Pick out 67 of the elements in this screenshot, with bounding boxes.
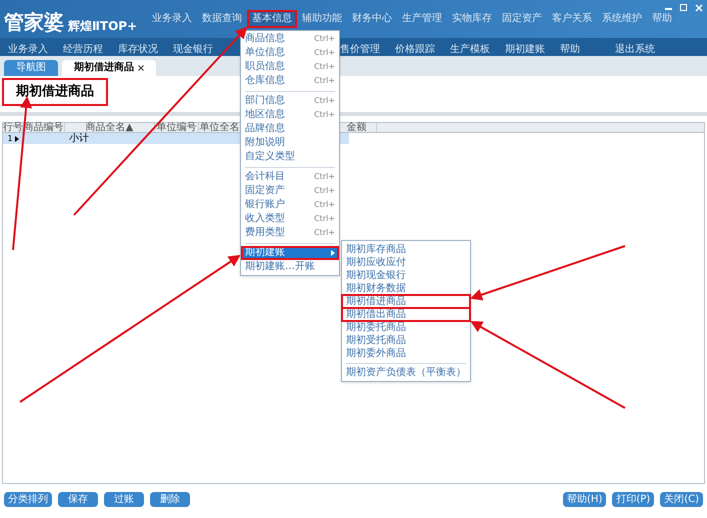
menu-item[interactable]: 地区信息 Ctrl+ [241,108,339,122]
app-edition: 辉煌ⅡTOP+ [68,20,138,32]
menu-item[interactable]: 商品信息 Ctrl+ [241,32,339,46]
menu-item[interactable]: 会计科目 Ctrl+ [241,170,339,184]
toolbar-button[interactable]: 现金银行 [173,45,213,55]
submenu-item[interactable]: 期初资产负债表（平衡表） [342,366,470,379]
action-button[interactable]: 保存 [58,492,98,507]
page-title: 期初借进商品 [2,78,108,106]
menu-bar-item[interactable]: 生产管理 [399,12,446,26]
toolbar-button[interactable]: 业务录入 [8,45,48,55]
tab[interactable]: 导航图 [4,60,58,76]
menu-bar-item[interactable]: 业务录入 [149,12,196,26]
toolbar-button[interactable]: 经营历程 [63,45,103,55]
menu-item[interactable]: 费用类型 Ctrl+ [241,226,339,240]
toolbar-button[interactable]: 退出系统 [615,45,655,55]
column-header[interactable]: 商品全名▲ [65,123,155,132]
action-button[interactable]: 分类排列 [4,492,52,507]
table-cell-text: 小计 [68,133,89,144]
action-button[interactable]: 打印(P) [612,492,654,507]
submenu-item[interactable]: 期初库存商品 [342,243,470,256]
submenu-item[interactable]: 期初委外商品 [342,347,470,360]
toolbar-button[interactable]: 帮助 [560,45,580,55]
column-header[interactable]: 行号 [3,123,23,132]
action-button[interactable]: 关闭(C) [660,492,703,507]
action-button[interactable]: 过账 [104,492,144,507]
menu-item[interactable]: 银行账户 Ctrl+ [241,198,339,212]
toolbar-button[interactable]: 生产模板 [450,45,490,55]
close-icon[interactable] [138,65,144,71]
maximize-icon[interactable] [680,4,687,11]
menu-bar-item[interactable]: 客户关系 [549,12,596,26]
row-number: 1 [7,134,13,142]
submenu-item[interactable]: 期初借进商品 [342,295,470,308]
menu-item[interactable]: 仓库信息 Ctrl+ [241,74,339,88]
menu-item[interactable]: 附加说明 [241,136,339,150]
toolbar-button[interactable]: 价格跟踪 [395,45,435,55]
tab-label: 导航图 [16,63,46,73]
menu-bar-item[interactable]: 固定资产 [499,12,546,26]
submenu-item[interactable]: 期初借出商品 [342,308,470,321]
menu-bar-item[interactable]: 数据查询 [199,12,246,26]
toolbar-button[interactable]: 期初建账 [505,45,545,55]
submenu-item[interactable]: 期初委托商品 [342,321,470,334]
menu-item[interactable]: 固定资产 Ctrl+ [241,184,339,198]
menu-bar-item[interactable]: 基本信息 [249,12,296,26]
submenu-item[interactable]: 期初现金银行 [342,269,470,282]
menu-item[interactable]: 部门信息 Ctrl+ [241,94,339,108]
menu-item[interactable]: 期初建账…开账 [241,260,339,274]
app-logo: 管家婆 [4,12,64,32]
menu-item[interactable]: 品牌信息 [241,122,339,136]
submenu-item[interactable]: 期初受托商品 [342,334,470,347]
menu-item[interactable]: 自定义类型 [241,150,339,164]
action-button[interactable]: 删除 [150,492,190,507]
menu-item[interactable]: 收入类型 Ctrl+ [241,212,339,226]
column-header[interactable]: 单位编号 [155,123,199,132]
toolbar-button[interactable]: 售价管理 [340,45,380,55]
menu-bar-item[interactable]: 实物库存 [449,12,496,26]
toolbar-button[interactable]: 库存状况 [118,45,158,55]
tab-label: 期初借进商品 [74,63,134,73]
submenu-item[interactable]: 期初财务数据 [342,282,470,295]
action-button[interactable]: 帮助(H) [563,492,606,507]
menu-bar-item[interactable]: 辅助功能 [299,12,346,26]
menu-bar-item[interactable]: 财务中心 [349,12,396,26]
menu-bar-item[interactable]: 系统维护 [599,12,646,26]
submenu-item[interactable]: 期初应收应付 [342,256,470,269]
menu-item[interactable]: 单位信息 Ctrl+ [241,46,339,60]
menu-bar-item[interactable]: 帮助 [649,12,676,26]
menu-item[interactable]: 职员信息 Ctrl+ [241,60,339,74]
tab[interactable]: 期初借进商品 [62,60,156,76]
